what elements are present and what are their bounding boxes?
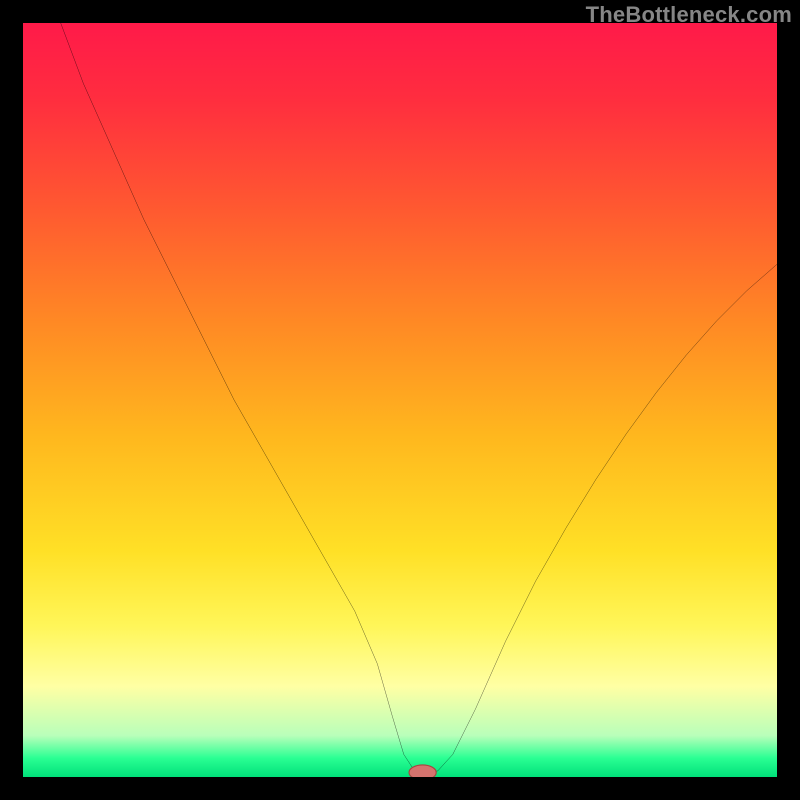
- gradient-rect: [23, 23, 777, 777]
- chart-frame: TheBottleneck.com: [0, 0, 800, 800]
- plot-area: [23, 23, 777, 777]
- optimal-point-marker: [409, 765, 436, 777]
- plot-svg: [23, 23, 777, 777]
